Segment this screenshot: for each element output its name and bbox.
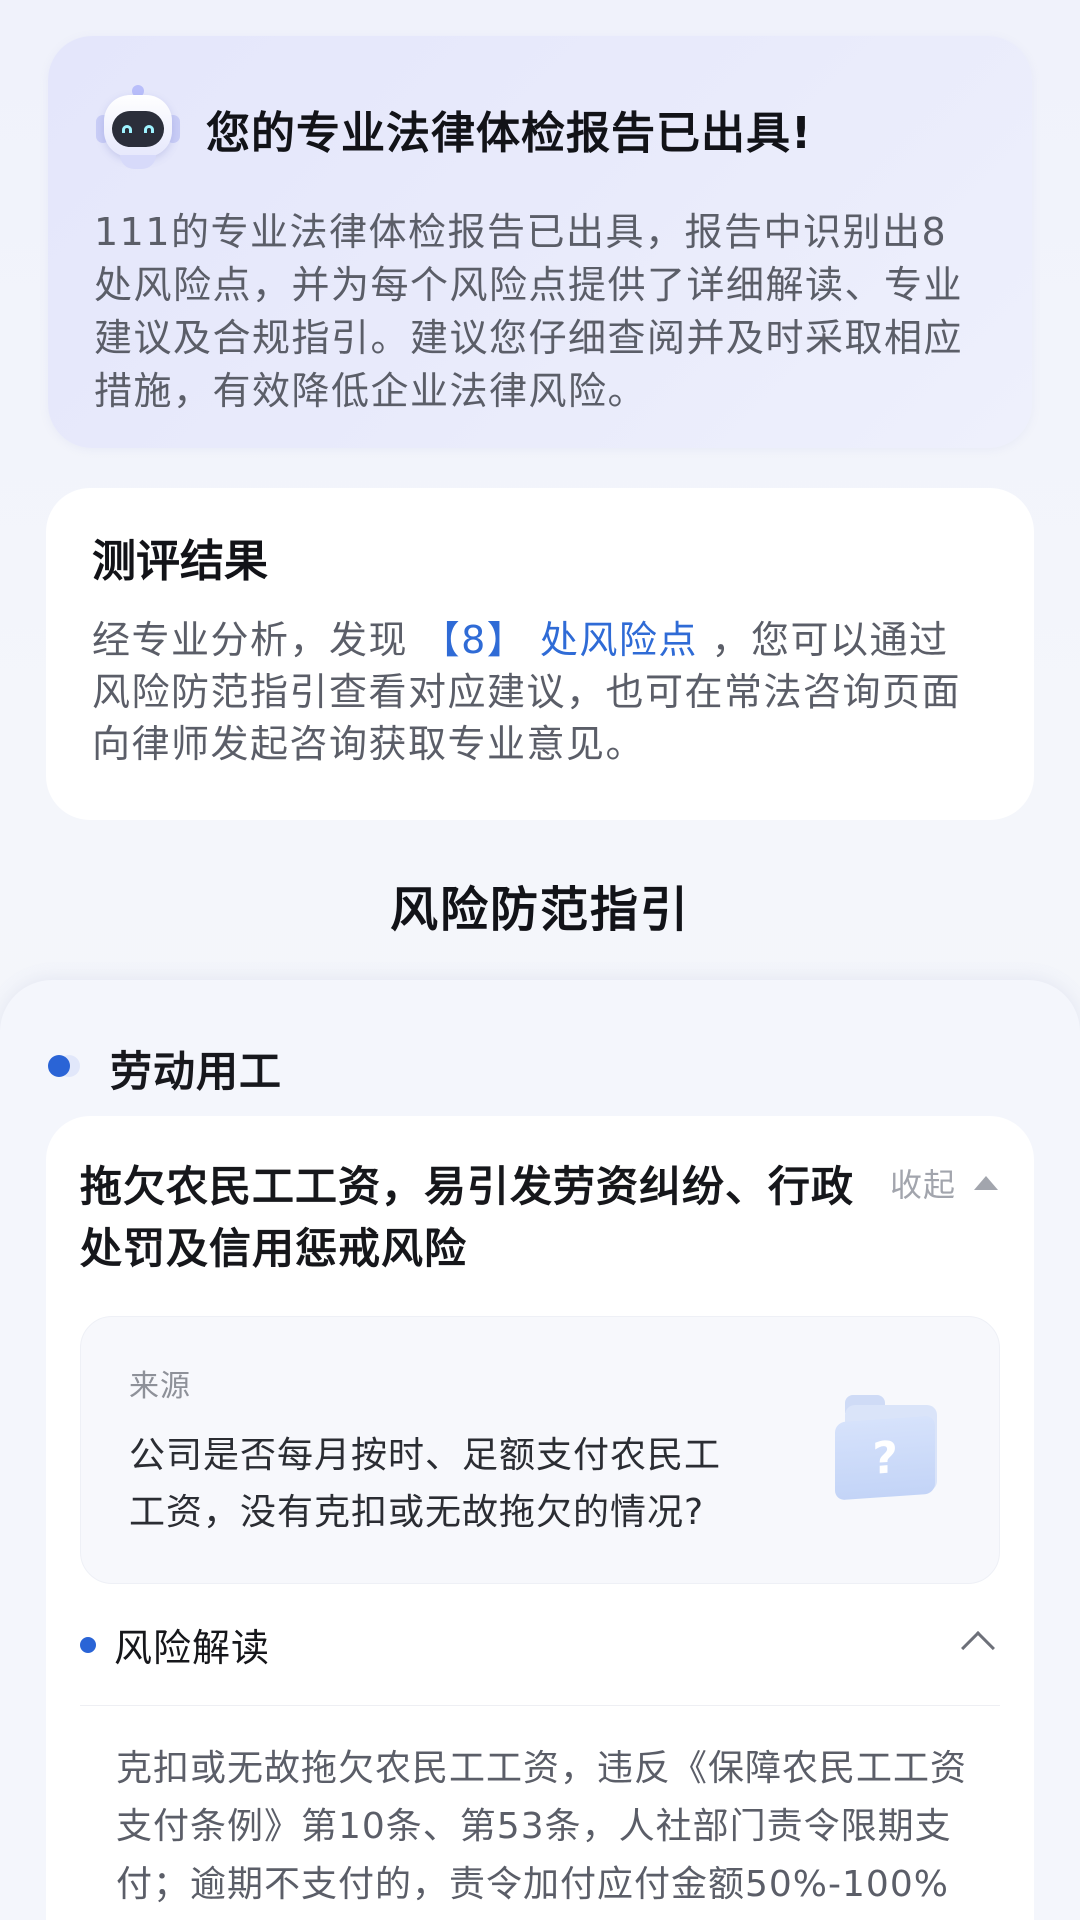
folder-question-icon: ? [835, 1389, 939, 1501]
report-title: 您的专业法律体检报告已出具! [206, 108, 813, 159]
guide-sheet: 劳动用工 拖欠农民工工资，易引发劳资纠纷、行政处罚及信用惩戒风险 收起 来源 公… [0, 980, 1080, 1920]
source-box: 来源 公司是否每月按时、足额支付农民工工资，没有克扣或无故拖欠的情况? ? [80, 1316, 1000, 1584]
robot-avatar-icon [94, 85, 182, 173]
source-label: 来源 [129, 1369, 191, 1404]
category-dot-icon [48, 1055, 80, 1081]
report-header: 您的专业法律体检报告已出具! [94, 85, 984, 173]
page: 您的专业法律体检报告已出具! 111的专业法律体检报告已出具，报告中识别出8处风… [0, 0, 1080, 1920]
report-card: 您的专业法律体检报告已出具! 111的专业法律体检报告已出具，报告中识别出8处风… [48, 36, 1032, 448]
interpretation-label: 风险解读 [114, 1626, 271, 1670]
interpretation-text: 克扣或无故拖欠农民工工资，违反《保障农民工工资支付条例》第10条、第53条，人社… [116, 1748, 968, 1905]
triangle-up-icon [974, 1176, 998, 1190]
category-header: 劳动用工 [48, 1038, 282, 1098]
risk-header: 拖欠农民工工资，易引发劳资纠纷、行政处罚及信用惩戒风险 收起 [80, 1116, 1000, 1316]
collapse-label: 收起 [889, 1166, 956, 1204]
category-label: 劳动用工 [110, 1046, 283, 1096]
source-question: 公司是否每月按时、足额支付农民工工资，没有克扣或无故拖欠的情况? [129, 1435, 722, 1533]
risk-count-link[interactable]: 【8】 处风险点 [422, 618, 698, 662]
report-description: 111的专业法律体检报告已出具，报告中识别出8处风险点，并为每个风险点提供了详细… [94, 210, 964, 413]
risk-title: 拖欠农民工工资，易引发劳资纠纷、行政处罚及信用惩戒风险 [80, 1162, 855, 1273]
result-description: 经专业分析，发现 【8】 处风险点 ，您可以通过风险防范指引查看对应建议，也可在… [92, 614, 986, 770]
risk-card: 拖欠农民工工资，易引发劳资纠纷、行政处罚及信用惩戒风险 收起 来源 公司是否每月… [46, 1116, 1034, 1920]
collapse-button[interactable]: 收起 [890, 1160, 998, 1206]
bullet-dot-icon [80, 1636, 96, 1653]
chevron-up-icon [961, 1631, 995, 1665]
result-text-before: 经专业分析，发现 [92, 618, 422, 662]
guide-section-title: 风险防范指引 [389, 882, 690, 938]
interpretation-toggle[interactable]: 风险解读 [80, 1584, 1000, 1706]
result-card: 测评结果 经专业分析，发现 【8】 处风险点 ，您可以通过风险防范指引查看对应建… [46, 488, 1034, 820]
result-title: 测评结果 [92, 536, 268, 587]
